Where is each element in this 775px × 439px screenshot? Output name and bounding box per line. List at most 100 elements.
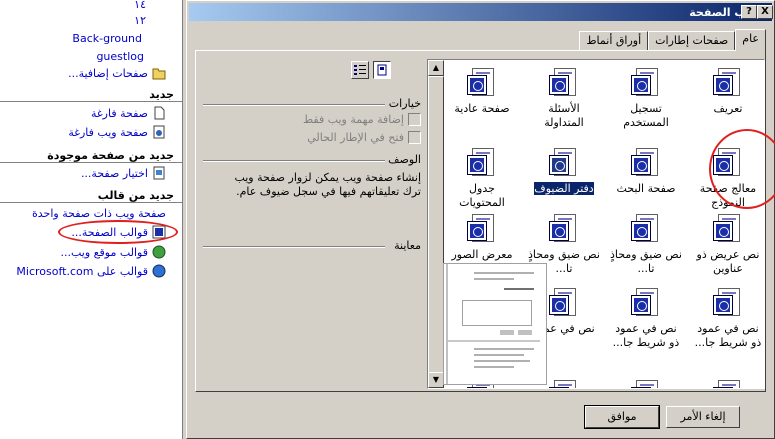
extra-pages-link[interactable]: صفحات إضافية... <box>68 66 166 80</box>
description-group: الوصف إنشاء صفحة ويب يمكن لزوار صفحة ويب… <box>203 153 421 213</box>
open-in-frame-checkbox[interactable]: فتح في الإطار الحالي <box>307 131 421 144</box>
task-pane-item-3[interactable]: Back-ground <box>72 32 142 45</box>
dialog-titlebar[interactable]: قوالب الصفحة <box>189 3 772 21</box>
blank-web-page-label: صفحة ويب فارغة <box>68 125 148 139</box>
globe-icon <box>152 264 166 278</box>
description-divider <box>203 160 385 162</box>
template-label: جدول المحتويات <box>459 182 505 209</box>
template-icon <box>712 378 744 388</box>
template-label: تعريف <box>713 102 743 115</box>
open-in-frame-box <box>408 131 421 144</box>
blank-page-link[interactable]: صفحة فارغة <box>91 106 166 120</box>
template-icon <box>630 378 662 388</box>
cancel-button[interactable]: إلغاء الأمر <box>666 406 740 428</box>
choose-page-label: اختيار صفحة... <box>80 166 148 180</box>
description-heading: الوصف <box>388 153 421 166</box>
existing-section-heading: جديد من صفحة موجودة <box>47 149 174 162</box>
choose-page-link[interactable]: اختيار صفحة... <box>81 166 166 180</box>
details-list-icon <box>354 65 366 75</box>
templates-on-ms-link[interactable]: قوالب على Microsoft.com <box>16 264 166 278</box>
template-icon <box>548 378 580 388</box>
options-divider <box>203 104 385 106</box>
template-icon <box>548 286 580 318</box>
template-icon <box>548 212 580 244</box>
vertical-scrollbar[interactable]: ▲ ▼ <box>428 60 444 388</box>
template-label: صفحة البحث <box>616 182 676 195</box>
template-item-partial[interactable] <box>610 378 682 388</box>
scroll-up-button[interactable]: ▲ <box>428 60 444 76</box>
template-icon <box>630 212 662 244</box>
large-icons-view-button[interactable] <box>373 61 391 79</box>
template-label: نص ضيق ومحاذٍ تا... <box>610 248 682 275</box>
template-item[interactable]: تعريف <box>692 66 764 116</box>
new-section-rule <box>0 101 182 102</box>
page-icon <box>152 106 166 120</box>
preview-divider <box>203 246 385 248</box>
task-pane: ١٤ ١٢ Back-ground guestlog صفحات إضافية.… <box>0 0 182 439</box>
blank-web-page-link[interactable]: صفحة ويب فارغة <box>68 125 166 139</box>
preview-heading: معاينة <box>394 239 421 252</box>
options-heading: خيارات <box>388 97 421 110</box>
add-task-checkbox[interactable]: إضافة مهمة ويب فقط <box>303 113 421 126</box>
template-icon <box>466 212 498 244</box>
template-item[interactable]: جدول المحتويات <box>446 146 518 210</box>
template-icon <box>712 286 744 318</box>
template-section-heading: جديد من قالب <box>97 189 174 202</box>
template-label: صفحة عادية <box>454 102 510 115</box>
template-label: الأسئلة المتداولة <box>544 102 584 129</box>
extra-pages-label: صفحات إضافية... <box>68 66 148 80</box>
template-label: نص في عمود ذو شريط جا... <box>694 322 762 349</box>
scroll-down-button[interactable]: ▼ <box>428 372 444 388</box>
template-item[interactable]: نص عريض ذو عناوين <box>692 212 764 276</box>
add-task-box <box>408 113 421 126</box>
tab-style-sheets[interactable]: أوراق أنماط <box>579 31 649 51</box>
page-templates-dialog: قوالب الصفحة ? X عام صفحات إطارات أوراق … <box>186 0 775 439</box>
site-templates-link[interactable]: قوالب موقع ويب... <box>61 245 167 259</box>
annotation-circle-page-templates <box>58 220 178 244</box>
help-button[interactable]: ? <box>741 5 757 19</box>
large-icons-icon <box>377 64 387 76</box>
template-icon <box>630 146 662 178</box>
template-item[interactable]: الأسئلة المتداولة <box>528 66 600 130</box>
annotation-circle-guestbook <box>709 129 775 209</box>
tab-frames-pages[interactable]: صفحات إطارات <box>648 31 736 51</box>
templates-on-ms-label: قوالب على Microsoft.com <box>16 264 148 278</box>
choose-page-icon <box>152 166 166 180</box>
template-item[interactable]: نص ضيق ومحاذٍ تا... <box>610 212 682 276</box>
task-pane-item-1[interactable]: ١٤ <box>134 0 146 11</box>
template-icon <box>466 146 498 178</box>
ok-button[interactable]: موافق <box>584 405 660 429</box>
template-icon <box>630 286 662 318</box>
close-button[interactable]: X <box>757 5 773 19</box>
options-group: خيارات إضافة مهمة ويب فقط فتح في الإطار … <box>203 97 421 147</box>
template-item[interactable]: صفحة عادية <box>446 66 518 116</box>
template-section-rule <box>0 202 182 203</box>
folder-icon <box>152 66 166 80</box>
preview-group: معاينة <box>203 239 421 255</box>
add-task-label: إضافة مهمة ويب فقط <box>302 113 404 126</box>
template-label: نص في عمود ذو شريط جا... <box>612 322 680 349</box>
tab-strip: عام صفحات إطارات أوراق أنماط <box>579 29 766 51</box>
template-item[interactable]: صفحة البحث <box>610 146 682 196</box>
template-item-partial[interactable] <box>692 378 764 388</box>
site-templates-label: قوالب موقع ويب... <box>60 245 149 259</box>
template-label: دفتر الضيوف <box>534 182 594 195</box>
tab-general[interactable]: عام <box>735 29 766 51</box>
web-page-icon <box>152 125 166 139</box>
template-item[interactable]: دفتر الضيوف <box>528 146 600 196</box>
template-icon <box>712 66 744 98</box>
task-pane-item-2[interactable]: ١٢ <box>134 14 146 27</box>
template-icon <box>548 146 580 178</box>
template-item[interactable]: نص في عمود ذو شريط جا... <box>692 286 764 350</box>
existing-section-rule <box>0 162 182 163</box>
scroll-thumb[interactable] <box>428 76 444 376</box>
description-text: إنشاء صفحة ويب يمكن لزوار صفحة ويب ترك ت… <box>234 171 421 198</box>
template-item[interactable]: نص في عمود ذو شريط جا... <box>610 286 682 350</box>
task-pane-item-4[interactable]: guestlog <box>96 50 144 63</box>
template-icon <box>466 66 498 98</box>
new-section-heading: جديد <box>149 88 174 101</box>
details-view-button[interactable] <box>351 61 369 79</box>
template-item[interactable]: تسجيل المستخدم <box>610 66 682 130</box>
blank-page-label: صفحة فارغة <box>91 106 148 120</box>
one-page-site-link[interactable]: صفحة ويب ذات صفحة واحدة <box>32 207 166 220</box>
